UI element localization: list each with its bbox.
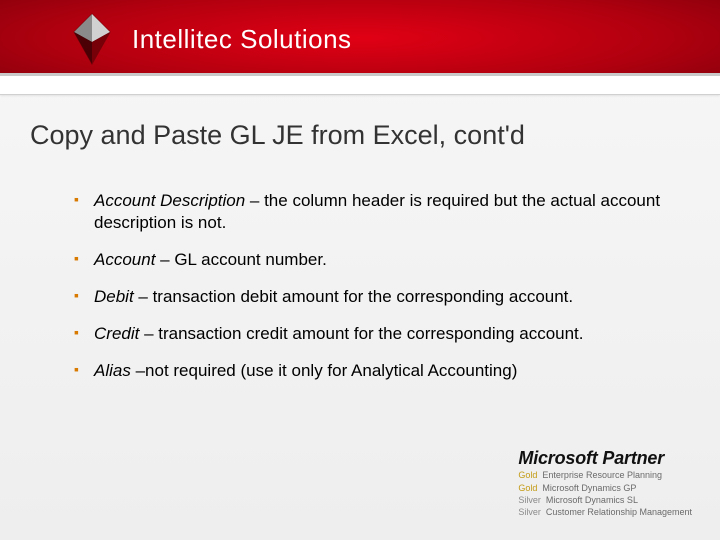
bullet-lead: Debit: [94, 287, 134, 306]
list-item: Debit – transaction debit amount for the…: [74, 286, 670, 308]
bullet-rest: –not required (use it only for Analytica…: [131, 361, 518, 380]
partner-line: Silver Customer Relationship Management: [518, 506, 692, 518]
partner-tier: Gold: [518, 482, 537, 494]
partner-tier: Silver: [518, 494, 541, 506]
partner-title: Microsoft Partner: [518, 448, 692, 469]
partner-product: Microsoft Dynamics GP: [542, 482, 636, 494]
bullet-lead: Alias: [94, 361, 131, 380]
list-item: Credit – transaction credit amount for t…: [74, 323, 670, 345]
partner-product: Customer Relationship Management: [546, 506, 692, 518]
list-item: Account Description – the column header …: [74, 190, 670, 234]
logo-icon: [70, 12, 114, 66]
bullet-rest: – GL account number.: [155, 250, 326, 269]
bullet-lead: Credit: [94, 324, 139, 343]
partner-product: Enterprise Resource Planning: [542, 469, 662, 481]
slide-title: Copy and Paste GL JE from Excel, cont'd: [30, 120, 690, 151]
partner-tier: Gold: [518, 469, 537, 481]
partner-tier: Silver: [518, 506, 541, 518]
list-item: Account – GL account number.: [74, 249, 670, 271]
bullet-list: Account Description – the column header …: [74, 190, 670, 398]
bullet-lead: Account Description: [94, 191, 245, 210]
bullet-rest: – transaction debit amount for the corre…: [134, 287, 573, 306]
slide: Intellitec Solutions Copy and Paste GL J…: [0, 0, 720, 540]
partner-line: Silver Microsoft Dynamics SL: [518, 494, 692, 506]
partner-product: Microsoft Dynamics SL: [546, 494, 638, 506]
brand: Intellitec Solutions: [70, 12, 352, 66]
brand-name: Intellitec Solutions: [132, 24, 352, 55]
partner-line: Gold Enterprise Resource Planning: [518, 469, 692, 481]
partner-line: Gold Microsoft Dynamics GP: [518, 482, 692, 494]
bullet-rest: – transaction credit amount for the corr…: [139, 324, 583, 343]
bullet-lead: Account: [94, 250, 155, 269]
partner-badge: Microsoft Partner Gold Enterprise Resour…: [518, 448, 692, 518]
list-item: Alias –not required (use it only for Ana…: [74, 360, 670, 382]
